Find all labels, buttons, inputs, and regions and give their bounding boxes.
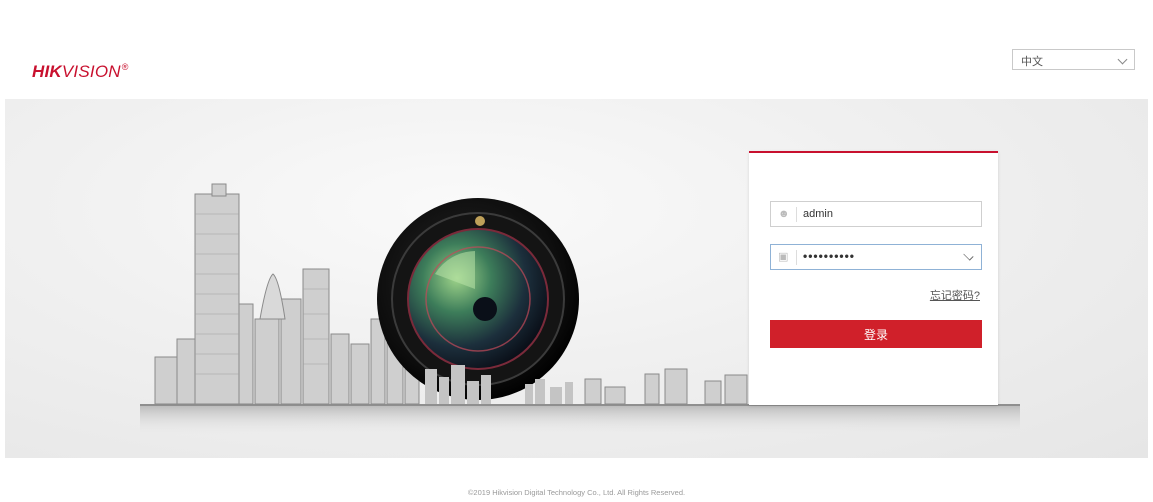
brand-logo-strong: HIK <box>32 62 62 81</box>
field-divider <box>796 250 797 265</box>
password-value: •••••••••• <box>803 249 856 263</box>
username-field[interactable]: ☻ admin <box>770 201 982 227</box>
user-icon: ☻ <box>778 208 790 220</box>
tapered-tower <box>259 273 286 320</box>
language-select[interactable]: 中文 <box>1012 49 1135 70</box>
password-field[interactable]: ▣ •••••••••• <box>770 244 982 270</box>
chevron-down-icon <box>1117 54 1128 65</box>
brand-logo: HIKVISION® <box>32 62 129 82</box>
language-select-value: 中文 <box>1021 56 1043 68</box>
camera-lens-illustration <box>377 198 579 400</box>
login-card: ☻ admin ▣ •••••••••• 忘记密码? 登录 <box>749 151 998 405</box>
registered-mark: ® <box>121 62 129 72</box>
forgot-password-link[interactable]: 忘记密码? <box>930 287 980 303</box>
username-value: admin <box>803 208 833 220</box>
footer-copyright: ©2019 Hikvision Digital Technology Co., … <box>467 488 686 497</box>
login-button[interactable]: 登录 <box>770 320 982 348</box>
skyline-reflection <box>140 406 1020 436</box>
field-divider <box>796 207 797 222</box>
brand-logo-rest: VISION <box>61 62 121 81</box>
lock-icon: ▣ <box>778 251 789 263</box>
chevron-down-icon[interactable] <box>963 250 974 261</box>
